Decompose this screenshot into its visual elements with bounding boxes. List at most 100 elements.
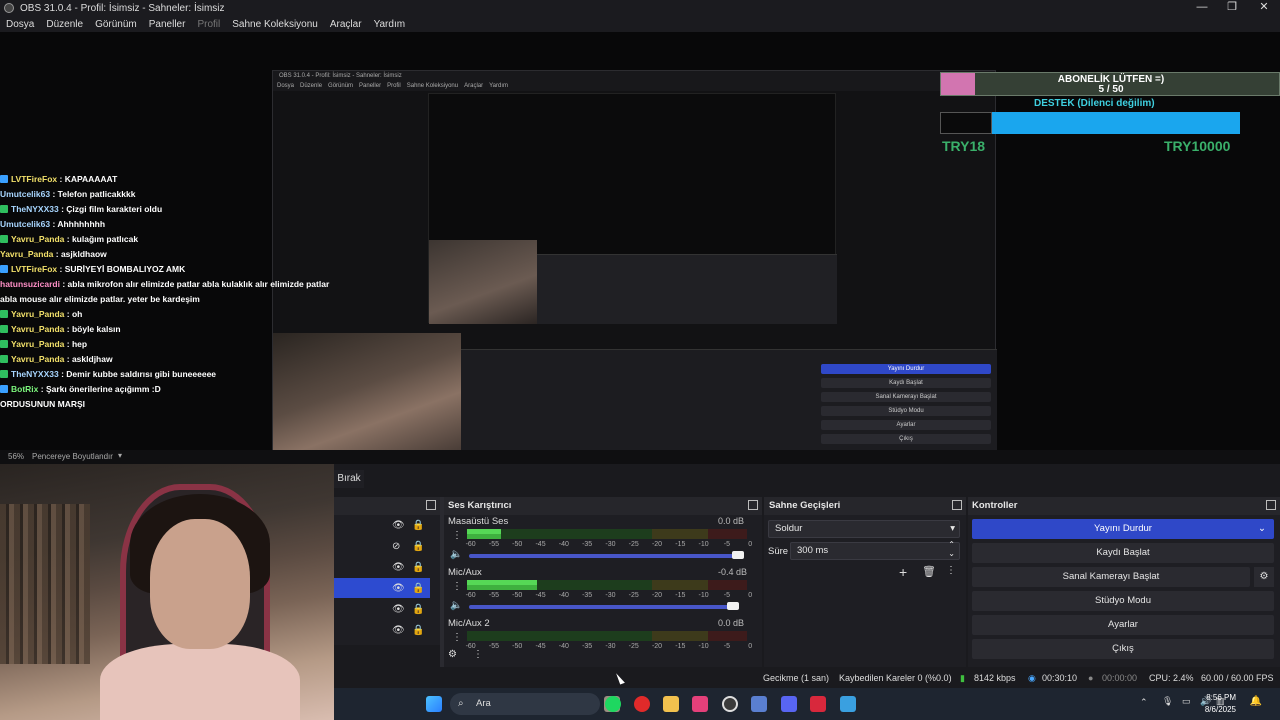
deeper-obs-capture: [428, 93, 837, 324]
windows-start-icon[interactable]: [426, 696, 442, 712]
menu-view[interactable]: Görünüm: [95, 19, 137, 30]
notification-icon[interactable]: 🔔: [1250, 696, 1262, 707]
nested-start-record: Kaydı Başlat: [821, 378, 991, 388]
duration-field[interactable]: 300 ms ⌃ ⌄: [790, 540, 960, 560]
maximize-button[interactable]: ❐: [1218, 0, 1246, 16]
undock-icon[interactable]: [426, 500, 436, 510]
channel-menu-icon[interactable]: ⋮: [452, 632, 462, 643]
red-app-icon[interactable]: [810, 696, 826, 712]
volume-slider[interactable]: [469, 602, 739, 610]
eye-icon[interactable]: 👁: [392, 625, 405, 636]
chat-badge-icon: [0, 265, 8, 273]
lock-icon[interactable]: 🔒: [412, 562, 424, 573]
settings-button[interactable]: Ayarlar: [972, 615, 1274, 635]
meter-level: [467, 534, 501, 539]
chevron-down-icon[interactable]: ⌄: [1258, 519, 1266, 539]
undock-icon[interactable]: [748, 500, 758, 510]
lock-icon[interactable]: 🔒: [412, 541, 424, 552]
lock-icon[interactable]: 🔒: [412, 604, 424, 615]
chat-username: Umutcelik63: [0, 219, 51, 229]
source-row[interactable]: 👁 🔒: [334, 515, 430, 535]
chat-username: hatunsuzicardi: [0, 279, 60, 289]
chat-username: LVTFireFox: [11, 264, 58, 274]
menu-tools[interactable]: Araçlar: [330, 19, 362, 30]
more-icon[interactable]: ⋮: [946, 565, 956, 576]
lock-icon[interactable]: 🔒: [412, 520, 424, 531]
eye-icon[interactable]: 👁: [392, 604, 405, 615]
gear-icon[interactable]: ⚙: [1254, 567, 1274, 587]
display-icon[interactable]: ▭: [1182, 696, 1191, 707]
close-button[interactable]: ✕: [1250, 0, 1278, 16]
volume-slider[interactable]: [469, 551, 744, 559]
source-row[interactable]: 👁 🔒: [334, 620, 430, 640]
slider-knob[interactable]: [732, 551, 744, 559]
eye-icon[interactable]: 👁: [392, 583, 405, 594]
transition-select[interactable]: Soldur ▾: [768, 520, 960, 538]
sources-header: [334, 497, 440, 515]
chat-message: Yavru_Panda : kulağım patlıcak: [0, 232, 300, 247]
search-icon: ⌕: [458, 698, 464, 709]
stepper-icon[interactable]: ⌃ ⌄: [948, 540, 955, 558]
menu-docks[interactable]: Paneller: [149, 19, 186, 30]
exit-button[interactable]: Çıkış: [972, 639, 1274, 659]
app-icon[interactable]: [751, 696, 767, 712]
menu-scene-collection[interactable]: Sahne Koleksiyonu: [232, 19, 318, 30]
taskbar-clock[interactable]: 8:56 PM 8/6/2025: [1205, 692, 1236, 716]
discord-icon[interactable]: [781, 696, 797, 712]
stop-stream-button[interactable]: Yayını Durdur ⌄: [972, 519, 1274, 539]
scene-tab[interactable]: Bırak: [334, 470, 364, 488]
eye-hidden-icon[interactable]: ⊘: [392, 541, 400, 552]
bookshelf: [0, 504, 90, 664]
folder-icon[interactable]: [663, 696, 679, 712]
mixer-menu-icon[interactable]: ⋮: [473, 649, 483, 660]
studio-mode-button[interactable]: Stüdyo Modu: [972, 591, 1274, 611]
menu-edit[interactable]: Düzenle: [46, 19, 83, 30]
eye-icon[interactable]: 👁: [392, 562, 405, 573]
start-recording-button[interactable]: Kaydı Başlat: [972, 543, 1274, 563]
zoom-level: 56%: [8, 452, 25, 461]
source-row[interactable]: 👁 🔒: [334, 599, 430, 619]
menu-profile[interactable]: Profil: [197, 19, 220, 30]
record-icon: ●: [1088, 673, 1094, 683]
add-icon[interactable]: +: [899, 564, 907, 580]
chevron-down-icon[interactable]: ▾: [118, 451, 122, 460]
instagram-icon[interactable]: [692, 696, 708, 712]
chat-badge-icon: [0, 310, 8, 318]
source-row[interactable]: 👁 🔒: [334, 578, 430, 598]
tray-chevron-icon[interactable]: ⌃: [1140, 697, 1148, 708]
chat-separator: :: [64, 234, 72, 244]
meter-scale: -60 -55 -50 -45 -40 -35 -30 -25 -20 -15 -10 -5 0: [459, 541, 762, 548]
photos-icon[interactable]: [840, 696, 856, 712]
menu-file[interactable]: Dosya: [6, 19, 34, 30]
chat-separator: :: [64, 324, 72, 334]
opera-icon[interactable]: [634, 696, 650, 712]
taskbar-search[interactable]: ⌕ Ara: [450, 693, 600, 715]
mixer-settings-icon[interactable]: ⚙: [448, 649, 457, 660]
undock-icon[interactable]: [1266, 500, 1276, 510]
minimize-button[interactable]: —: [1188, 0, 1216, 16]
trash-icon[interactable]: 🗑: [922, 565, 936, 578]
fit-to-window[interactable]: Pencereye Boyutlandır: [32, 452, 113, 461]
start-virtual-camera-button[interactable]: Sanal Kamerayı Başlat: [972, 567, 1250, 587]
undock-icon[interactable]: [952, 500, 962, 510]
slider-knob[interactable]: [726, 602, 739, 610]
channel-menu-icon[interactable]: ⋮: [452, 530, 462, 541]
lock-icon[interactable]: 🔒: [412, 625, 424, 636]
speaker-icon[interactable]: 🔈: [450, 600, 462, 611]
preview-canvas[interactable]: OBS 31.0.4 - Profil: İsimsiz - Sahneler:…: [0, 32, 1280, 450]
spotify-icon[interactable]: [605, 696, 621, 712]
source-row[interactable]: ⊘ 🔒: [334, 536, 430, 556]
chat-text: Çizgi film karakteri oldu: [66, 204, 163, 214]
eye-icon[interactable]: 👁: [392, 520, 405, 531]
nested-virtualcam: Sanal Kamerayı Başlat: [821, 392, 991, 402]
obs-logo-icon: [4, 3, 14, 13]
speaker-icon[interactable]: 🔈: [450, 549, 462, 560]
channel-menu-icon[interactable]: ⋮: [452, 581, 462, 592]
source-row[interactable]: 👁 🔒: [334, 557, 430, 577]
lock-icon[interactable]: 🔒: [412, 583, 424, 594]
obs-taskbar-icon[interactable]: [722, 696, 738, 712]
microphone-icon[interactable]: 🎙: [1162, 696, 1173, 707]
scale-tick: -5: [723, 592, 731, 599]
chat-text: kulağım patlıcak: [71, 234, 139, 244]
menu-help[interactable]: Yardım: [374, 19, 406, 30]
